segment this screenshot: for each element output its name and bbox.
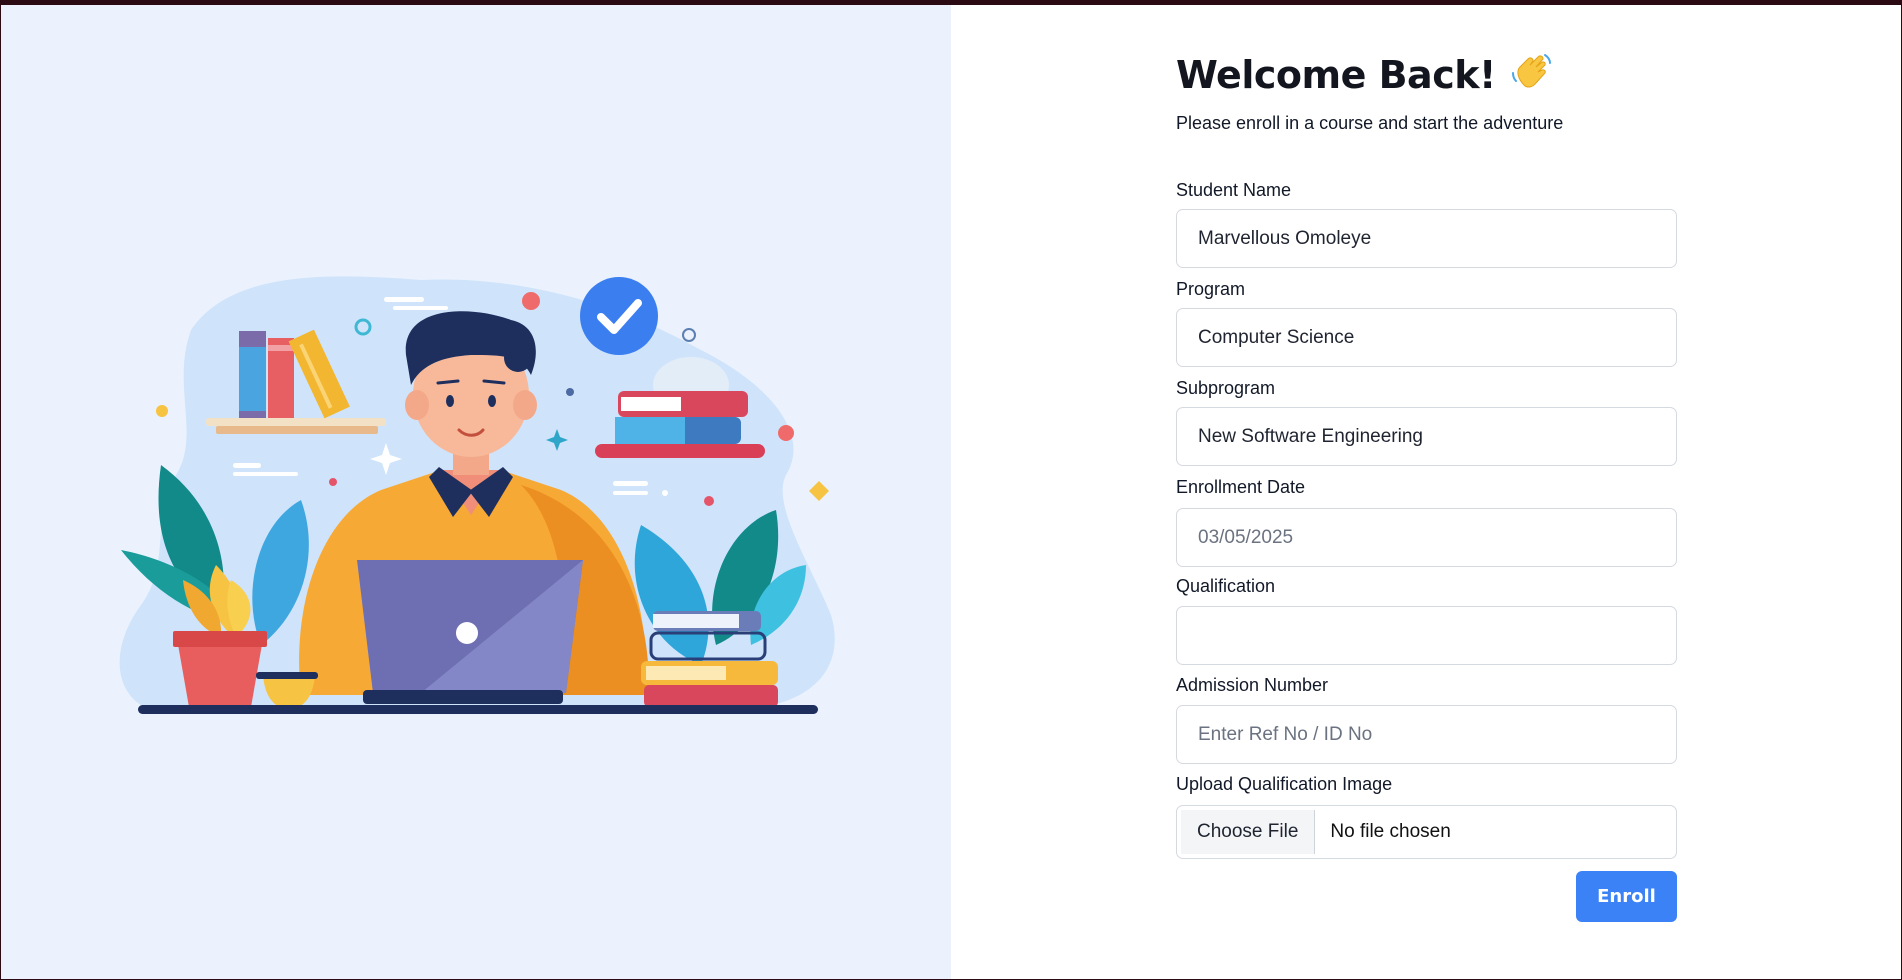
field-program: Program — [1176, 278, 1677, 367]
upload-qualification-label: Upload Qualification Image — [1176, 774, 1393, 794]
field-subprogram: Subprogram — [1176, 377, 1677, 466]
student-name-label: Student Name — [1176, 180, 1292, 200]
enrollment-panel: Welcome Back! Please enroll in a course … — [951, 5, 1901, 979]
form-actions: Enroll — [1176, 859, 1677, 922]
field-student-name: Student Name — [1176, 179, 1677, 268]
qualification-label: Qualification — [1176, 576, 1276, 596]
shelf — [206, 418, 386, 426]
subprogram-input[interactable] — [1176, 407, 1677, 466]
student-name-input[interactable] — [1176, 209, 1677, 268]
page-title: Welcome Back! — [1176, 49, 1677, 101]
app-window: Welcome Back! Please enroll in a course … — [1, 5, 1901, 979]
admission-number-input[interactable] — [1176, 705, 1677, 764]
laptop-logo — [456, 622, 478, 644]
admission-number-label: Admission Number — [1176, 675, 1329, 695]
enrollment-date-input[interactable] — [1176, 508, 1677, 567]
enroll-button[interactable]: Enroll — [1576, 871, 1677, 922]
title-text: Welcome Back! — [1176, 53, 1496, 97]
enrollment-date-label: Enrollment Date — [1176, 477, 1306, 497]
field-admission-number: Admission Number — [1176, 674, 1677, 764]
field-enrollment-date: Enrollment Date — [1176, 476, 1677, 567]
field-upload-qualification: Upload Qualification Image Choose File N… — [1176, 773, 1677, 859]
check-badge — [580, 277, 658, 355]
red-dot — [522, 292, 540, 310]
file-input[interactable]: Choose File No file chosen — [1176, 805, 1677, 859]
illustration-panel — [1, 5, 951, 979]
desk — [138, 705, 818, 714]
program-input[interactable] — [1176, 308, 1677, 367]
choose-file-button[interactable]: Choose File — [1181, 810, 1316, 854]
page-subtitle: Please enroll in a course and start the … — [1176, 113, 1564, 133]
qualification-input[interactable] — [1176, 606, 1677, 665]
field-qualification: Qualification — [1176, 575, 1677, 665]
subprogram-label: Subprogram — [1176, 378, 1276, 398]
waving-hand-icon — [1510, 49, 1554, 102]
student-laptop-illustration — [119, 276, 835, 714]
file-status-text: No file chosen — [1330, 821, 1451, 842]
program-label: Program — [1176, 279, 1246, 299]
enrollment-form: Welcome Back! Please enroll in a course … — [1176, 49, 1677, 922]
book-stack — [595, 444, 765, 458]
